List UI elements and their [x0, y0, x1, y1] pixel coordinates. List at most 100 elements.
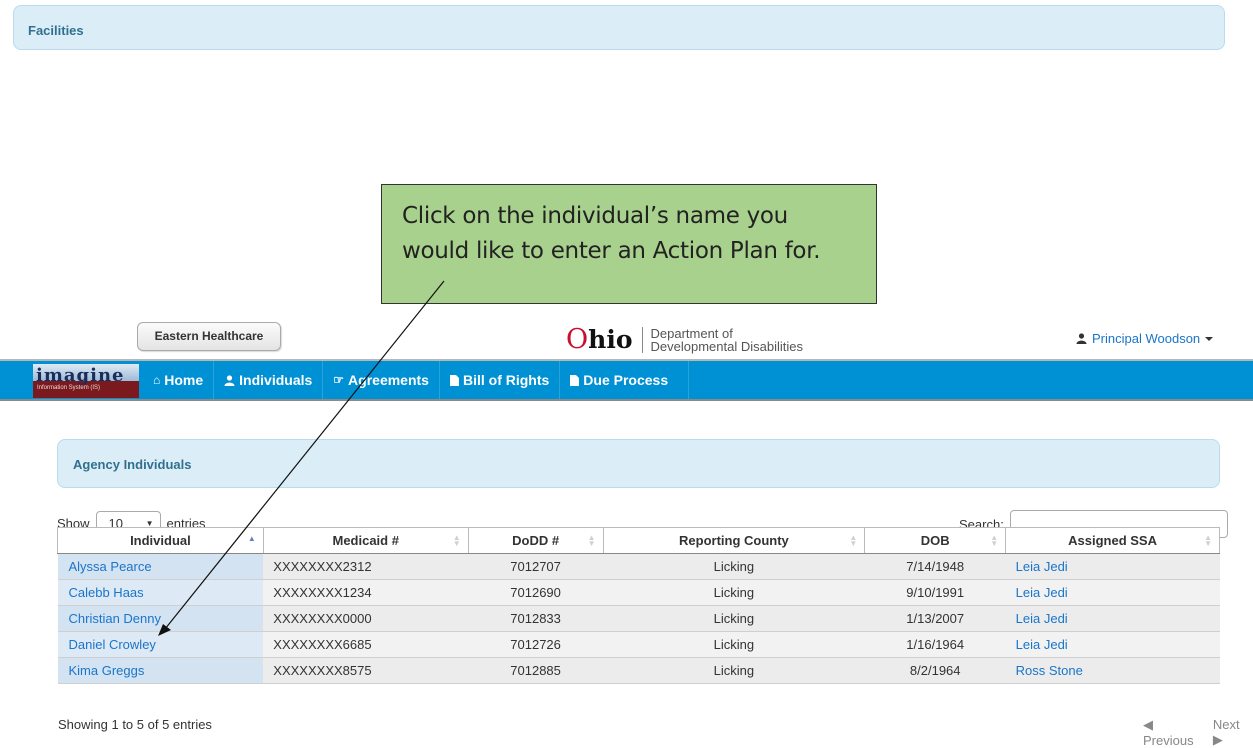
- column-header-dodd[interactable]: DoDD # ▲ ▼: [467, 527, 604, 554]
- county-cell: Licking: [603, 553, 865, 580]
- ssa-cell: Leia Jedi: [1005, 631, 1220, 658]
- individual-link[interactable]: Calebb Haas: [69, 585, 144, 600]
- dob-cell: 8/2/1964: [864, 657, 1006, 684]
- imagine-logo[interactable]: imagine Information System (IS): [33, 364, 139, 398]
- county-cell: Licking: [603, 605, 865, 632]
- user-icon: [1076, 333, 1087, 344]
- ssa-cell: Leia Jedi: [1005, 605, 1220, 632]
- logo-word: imagine: [36, 365, 125, 386]
- table-header-row: Individual ▲ Medicaid # ▲ ▼ DoDD # ▲ ▼ Report…: [57, 527, 1220, 554]
- ssa-link[interactable]: Ross Stone: [1016, 663, 1083, 678]
- sort-asc-icon: ▲: [247, 534, 256, 543]
- nav-agreements[interactable]: ☞ Agreements: [323, 361, 440, 399]
- individual-link[interactable]: Christian Denny: [69, 611, 162, 626]
- individual-link[interactable]: Kima Greggs: [69, 663, 145, 678]
- header-label: Individual: [130, 533, 191, 548]
- next-button[interactable]: Next ▶: [1213, 717, 1253, 748]
- ssa-link[interactable]: Leia Jedi: [1016, 559, 1068, 574]
- header-label: Medicaid #: [332, 533, 399, 548]
- logo-dept-line2: Developmental Disabilities: [650, 339, 803, 354]
- nav-home[interactable]: ⌂ Home: [143, 361, 215, 399]
- nav-due-process-label: Due Process: [583, 372, 669, 388]
- medicaid-cell: XXXXXXXX8575: [263, 657, 469, 684]
- ssa-link[interactable]: Leia Jedi: [1016, 585, 1068, 600]
- sort-icon: ▲ ▼: [1204, 533, 1212, 548]
- ssa-cell: Leia Jedi: [1005, 553, 1220, 580]
- previous-label: Previous: [1143, 733, 1194, 748]
- dob-cell: 1/16/1964: [864, 631, 1006, 658]
- logo-hio: hio: [588, 325, 633, 354]
- table-row: Daniel Crowley XXXXXXXX6685 7012726 Lick…: [57, 631, 1220, 658]
- user-icon: [224, 374, 235, 386]
- pagination: ◀ Previous Next ▶: [1143, 717, 1253, 748]
- county-cell: Licking: [603, 631, 865, 658]
- sort-icon: ▲ ▼: [849, 533, 858, 548]
- ssa-cell: Leia Jedi: [1005, 579, 1220, 606]
- nav-home-label: Home: [164, 372, 204, 388]
- file-icon: [449, 374, 459, 386]
- medicaid-cell: XXXXXXXX1234: [263, 579, 469, 606]
- dodd-cell: 7012833: [468, 605, 604, 632]
- column-header-individual[interactable]: Individual ▲: [57, 527, 264, 554]
- dob-cell: 7/14/1948: [864, 553, 1006, 580]
- header-label: DOB: [920, 533, 950, 548]
- individual-link[interactable]: Daniel Crowley: [69, 637, 156, 652]
- table-row: Alyssa Pearce XXXXXXXX2312 7012707 Licki…: [57, 553, 1220, 580]
- medicaid-cell: XXXXXXXX6685: [263, 631, 469, 658]
- ssa-link[interactable]: Leia Jedi: [1016, 611, 1068, 626]
- logo-department-text: Department of Developmental Disabilities: [651, 327, 803, 353]
- table-row: Kima Greggs XXXXXXXX8575 7012885 Licking…: [57, 657, 1220, 684]
- home-icon: ⌂: [153, 373, 161, 387]
- county-cell: Licking: [603, 657, 865, 684]
- header-label: DoDD #: [512, 533, 560, 548]
- nav-individuals-label: Individuals: [239, 372, 313, 388]
- medicaid-cell: XXXXXXXX0000: [263, 605, 469, 632]
- ssa-link[interactable]: Leia Jedi: [1016, 637, 1068, 652]
- thumbs-up-icon: ☞: [333, 373, 345, 387]
- column-header-medicaid[interactable]: Medicaid # ▲ ▼: [262, 527, 469, 554]
- dob-cell: 9/10/1991: [864, 579, 1006, 606]
- logo-subtitle: Information System (IS): [37, 385, 101, 391]
- nav-bill-of-rights-label: Bill of Rights: [462, 372, 550, 388]
- column-header-county[interactable]: Reporting County ▲ ▼: [602, 527, 866, 554]
- logo-divider: [641, 327, 643, 353]
- column-header-ssa[interactable]: Assigned SSA ▲ ▼: [1005, 527, 1220, 554]
- user-menu[interactable]: Principal Woodson: [1076, 331, 1214, 346]
- previous-icon: ◀: [1143, 717, 1153, 732]
- nav-due-process[interactable]: Due Process: [560, 361, 690, 399]
- next-label: Next: [1212, 717, 1240, 732]
- previous-button[interactable]: ◀ Previous: [1143, 717, 1207, 748]
- ssa-cell: Ross Stone: [1005, 657, 1220, 684]
- sort-icon: ▲ ▼: [587, 533, 596, 548]
- user-name: Principal Woodson: [1092, 331, 1201, 346]
- nav-bill-of-rights[interactable]: Bill of Rights: [440, 361, 561, 399]
- next-icon: ▶: [1212, 732, 1223, 747]
- individual-cell: Christian Denny: [57, 605, 264, 632]
- column-header-dob[interactable]: DOB ▲ ▼: [864, 527, 1007, 554]
- file-icon: [570, 374, 580, 386]
- dodd-cell: 7012726: [468, 631, 604, 658]
- header-label: Assigned SSA: [1068, 533, 1157, 548]
- nav-agreements-label: Agreements: [348, 372, 429, 388]
- dodd-cell: 7012707: [468, 553, 604, 580]
- sort-icon: ▲ ▼: [990, 533, 999, 548]
- individual-cell: Daniel Crowley: [57, 631, 264, 658]
- ohio-dodd-logo: Ohio Department of Developmental Disabil…: [566, 325, 803, 355]
- logo-o: O: [566, 324, 589, 355]
- dob-cell: 1/13/2007: [864, 605, 1006, 632]
- organization-button[interactable]: Eastern Healthcare: [137, 322, 281, 351]
- agency-individuals-panel: Agency Individuals: [57, 439, 1220, 488]
- table-info: Showing 1 to 5 of 5 entries: [58, 717, 212, 732]
- individual-cell: Kima Greggs: [57, 657, 264, 684]
- facilities-panel: Facilities: [13, 5, 1225, 50]
- individual-cell: Alyssa Pearce: [57, 553, 264, 580]
- medicaid-cell: XXXXXXXX2312: [263, 553, 469, 580]
- individual-link[interactable]: Alyssa Pearce: [69, 559, 152, 574]
- table-row: Calebb Haas XXXXXXXX1234 7012690 Licking…: [57, 579, 1220, 606]
- agency-individuals-title: Agency Individuals: [73, 457, 192, 472]
- table-row: Christian Denny XXXXXXXX0000 7012833 Lic…: [57, 605, 1220, 632]
- chevron-down-icon: [1205, 336, 1214, 341]
- individuals-table: Individual ▲ Medicaid # ▲ ▼ DoDD # ▲ ▼ Report…: [57, 527, 1220, 684]
- individual-cell: Calebb Haas: [57, 579, 264, 606]
- nav-individuals[interactable]: Individuals: [214, 361, 324, 399]
